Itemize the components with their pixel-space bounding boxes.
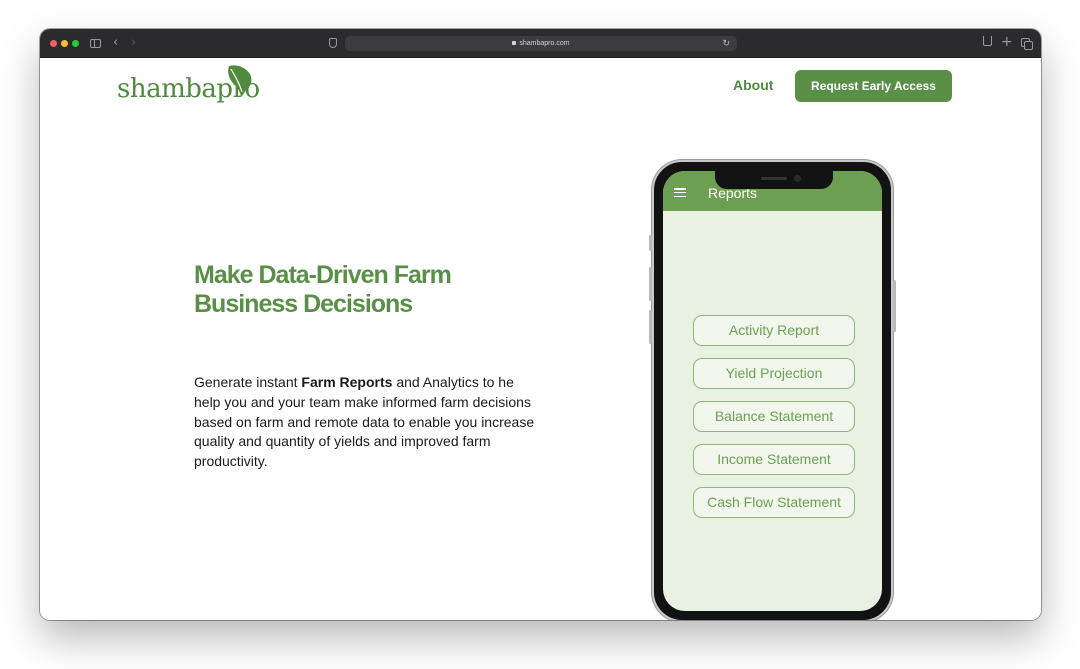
hero-description-bold: Farm Reports (301, 374, 393, 390)
web-page: shambapro About Request Early Access Mak… (40, 58, 1041, 620)
privacy-shield-icon[interactable] (329, 38, 337, 48)
request-early-access-button[interactable]: Request Early Access (795, 70, 952, 102)
phone-volume-down (649, 310, 652, 344)
africa-leaf-icon (228, 65, 252, 97)
zoom-window-button[interactable] (72, 40, 79, 47)
url-text: shambapro.com (519, 40, 570, 47)
site-logo[interactable]: shambapro (117, 64, 260, 106)
sidebar-toggle-icon[interactable] (90, 39, 101, 48)
income-statement-button[interactable]: Income Statement (693, 444, 855, 475)
nav-about-link[interactable]: About (733, 77, 773, 93)
browser-window: ‹ › shambapro.com ↻ + shambapro About Re… (40, 29, 1041, 620)
phone-notch (715, 171, 833, 189)
hero-headline: Make Data-Driven Farm Business Decisions (194, 261, 452, 318)
speaker-grille (761, 177, 787, 180)
tab-overview-icon[interactable] (1021, 38, 1030, 47)
activity-report-button[interactable]: Activity Report (693, 315, 855, 346)
yield-projection-button[interactable]: Yield Projection (693, 358, 855, 389)
phone-volume-up (649, 267, 652, 301)
minimize-window-button[interactable] (61, 40, 68, 47)
balance-statement-button[interactable]: Balance Statement (693, 401, 855, 432)
phone-screen: Reports Activity Report Yield Projection… (663, 171, 882, 611)
address-bar[interactable]: shambapro.com ↻ (345, 36, 737, 51)
new-tab-icon[interactable]: + (1001, 34, 1013, 50)
phone-power-button (893, 280, 896, 332)
forward-icon[interactable]: › (131, 35, 136, 51)
hamburger-menu-icon[interactable] (674, 188, 686, 198)
lock-icon (512, 41, 517, 45)
reload-icon[interactable]: ↻ (722, 36, 730, 51)
share-icon[interactable] (983, 36, 992, 46)
close-window-button[interactable] (50, 40, 57, 47)
front-camera (794, 175, 801, 182)
phone-mockup: Reports Activity Report Yield Projection… (649, 160, 896, 620)
phone-silent-switch (649, 235, 652, 251)
browser-titlebar: ‹ › shambapro.com ↻ + (40, 29, 1041, 58)
back-icon[interactable]: ‹ (113, 35, 118, 51)
hero-description: Generate instant Farm Reports and Analyt… (194, 373, 539, 472)
hero-description-start: Generate instant (194, 374, 302, 390)
cash-flow-statement-button[interactable]: Cash Flow Statement (693, 487, 855, 518)
